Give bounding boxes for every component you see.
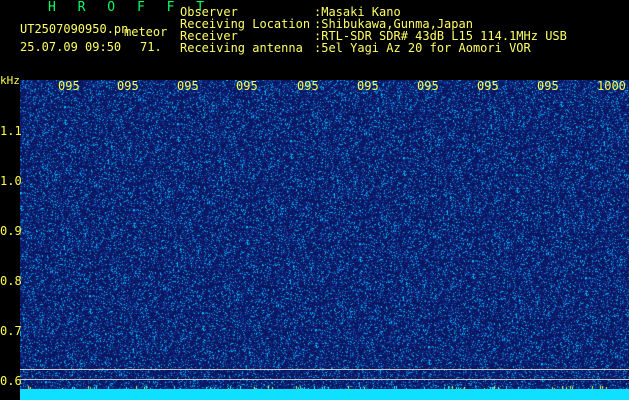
header-panel: H R O F F T UT2507090950.pn meteor 25.07… bbox=[0, 0, 629, 78]
freq-unit-label: kHz bbox=[0, 74, 20, 87]
meteor-label: meteor bbox=[124, 25, 168, 39]
datetime-label: 25.07.09 09:50 bbox=[20, 40, 122, 54]
time-label: 095 bbox=[417, 79, 439, 93]
time-label: 095 bbox=[117, 79, 139, 93]
marker-line-lower bbox=[20, 379, 629, 380]
marker-line-upper bbox=[20, 369, 629, 370]
antenna-label: Receiving antenna bbox=[180, 41, 303, 55]
baseline-band bbox=[20, 389, 629, 400]
spectrogram-canvas bbox=[20, 80, 629, 400]
freq-label: 0.7 bbox=[0, 324, 22, 338]
antenna-value: :5el Yagi Az 20 for Aomori VOR bbox=[314, 41, 531, 55]
time-label: 095 bbox=[537, 79, 559, 93]
freq-label: 1.1 bbox=[0, 124, 22, 138]
time-label: 1000 bbox=[597, 79, 626, 93]
freq-label: 0.6 bbox=[0, 374, 22, 388]
freq-label: 0.8 bbox=[0, 274, 22, 288]
time-label: 095 bbox=[477, 79, 499, 93]
time-label: 095 bbox=[58, 79, 80, 93]
time-label: 095 bbox=[177, 79, 199, 93]
freq-label: 0.9 bbox=[0, 224, 22, 238]
freq-label: 1.0 bbox=[0, 174, 22, 188]
time-label: 095 bbox=[236, 79, 258, 93]
spectrogram bbox=[20, 80, 629, 400]
filename-label: UT2507090950.pn bbox=[20, 22, 129, 36]
time-label: 095 bbox=[297, 79, 319, 93]
time-label: 095 bbox=[357, 79, 379, 93]
meteor-count: 71. bbox=[140, 40, 162, 54]
